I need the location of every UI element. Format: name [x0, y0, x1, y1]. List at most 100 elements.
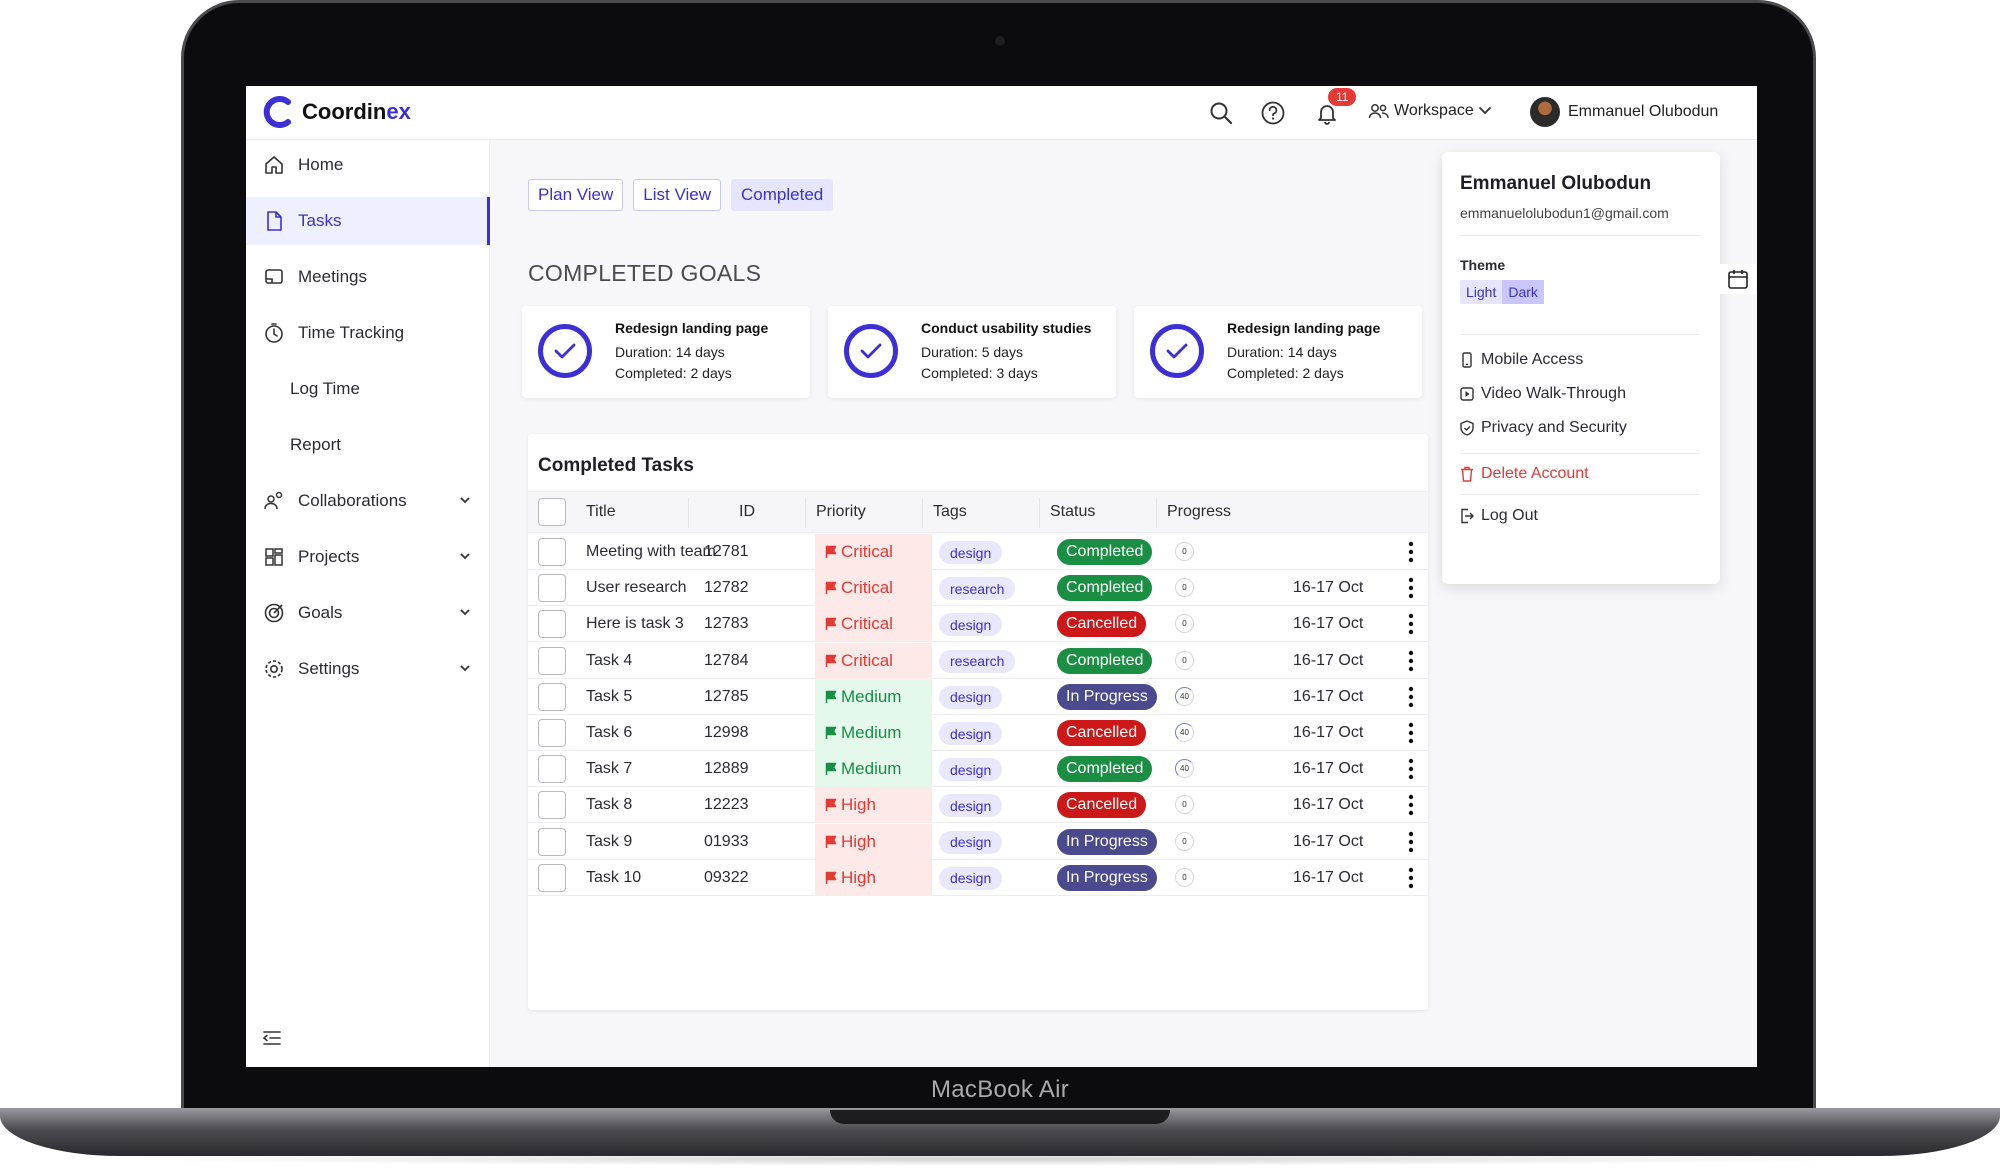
- kebab-icon[interactable]: [1408, 830, 1414, 854]
- theme-option-light[interactable]: Light: [1460, 280, 1502, 304]
- task-date: 16-17 Oct: [1293, 579, 1364, 597]
- app-name: Coordinex: [302, 99, 411, 124]
- status-badge: Cancelled: [1057, 720, 1147, 746]
- collaborations-icon: [262, 489, 286, 513]
- priority-label: Medium: [841, 686, 902, 706]
- task-tag[interactable]: design: [939, 794, 1003, 818]
- logout-button[interactable]: Log Out: [1460, 507, 1538, 525]
- tab-completed[interactable]: Completed: [731, 179, 834, 211]
- goal-card[interactable]: Redesign landing page Duration: 14 days …: [1134, 306, 1422, 398]
- task-title: Task 9: [586, 832, 633, 850]
- task-priority: Critical: [815, 570, 932, 607]
- table-row[interactable]: Task 9 01933 High design In Progress 0 16-17 O…: [528, 823, 1428, 860]
- row-checkbox[interactable]: [538, 719, 566, 747]
- task-tag[interactable]: design: [939, 613, 1003, 637]
- workspace-switcher[interactable]: Workspace: [1368, 102, 1500, 120]
- menu-item-mobile-access[interactable]: Mobile Access: [1460, 351, 1583, 369]
- kebab-icon[interactable]: [1408, 866, 1414, 890]
- sidebar-item-report[interactable]: Report: [246, 421, 490, 469]
- row-checkbox[interactable]: [538, 755, 566, 784]
- task-tag[interactable]: research: [939, 649, 1016, 673]
- sidebar-item-projects[interactable]: Projects: [246, 533, 490, 581]
- kebab-icon[interactable]: [1408, 757, 1414, 781]
- flag-icon: [825, 581, 837, 595]
- menu-item-label: Mobile Access: [1481, 351, 1584, 368]
- kebab-icon[interactable]: [1408, 649, 1414, 673]
- task-tag[interactable]: design: [939, 685, 1003, 709]
- task-tag[interactable]: design: [939, 758, 1003, 782]
- task-date: 16-17 Oct: [1293, 615, 1364, 633]
- task-date: 16-17 Oct: [1293, 651, 1364, 669]
- menu-item-video-walkthrough[interactable]: Video Walk-Through: [1460, 385, 1626, 403]
- menu-item-privacy-security[interactable]: Privacy and Security: [1460, 419, 1627, 437]
- row-checkbox[interactable]: [538, 574, 566, 603]
- goal-card[interactable]: Redesign landing page Duration: 14 days …: [522, 306, 810, 398]
- table-row[interactable]: Task 5 12785 Medium design In Progress 40 16-1…: [528, 678, 1428, 715]
- table-row[interactable]: Task 4 12784 Critical research Completed 0 16-…: [528, 642, 1428, 679]
- task-tag[interactable]: design: [939, 722, 1003, 745]
- row-checkbox[interactable]: [538, 610, 566, 639]
- app-logo[interactable]: Coordinex: [260, 94, 411, 130]
- logo-mark-icon: [263, 96, 291, 128]
- sidebar-item-goals[interactable]: Goals: [246, 589, 490, 637]
- task-priority: Medium: [815, 678, 932, 715]
- help-icon[interactable]: [1260, 100, 1286, 126]
- priority-label: Critical: [841, 542, 893, 561]
- goal-completed: Completed: 2 days: [1227, 365, 1344, 381]
- kebab-icon[interactable]: [1408, 612, 1414, 636]
- user-menu-trigger[interactable]: Emmanuel Olubodun: [1530, 97, 1718, 127]
- flag-icon: [825, 618, 837, 631]
- avatar: [1530, 97, 1560, 127]
- row-checkbox[interactable]: [538, 863, 566, 892]
- sidebar-item-log-time[interactable]: Log Time: [246, 365, 490, 413]
- row-checkbox[interactable]: [538, 827, 566, 856]
- user-name: Emmanuel Olubodun: [1568, 103, 1719, 120]
- kebab-icon[interactable]: [1408, 576, 1414, 600]
- sidebar-item-time-tracking[interactable]: Time Tracking: [246, 309, 490, 357]
- row-checkbox[interactable]: [538, 538, 566, 566]
- table-row[interactable]: Here is task 3 12783 Critical design Cancell…: [528, 606, 1428, 643]
- row-checkbox[interactable]: [538, 791, 566, 820]
- task-tag[interactable]: research: [939, 577, 1016, 601]
- table-row[interactable]: Meeting with team 12781 Critical design Comp…: [528, 534, 1428, 570]
- task-tag[interactable]: design: [939, 830, 1003, 854]
- sidebar-item-tasks[interactable]: Tasks: [246, 197, 490, 245]
- tab-plan-view[interactable]: Plan View: [528, 179, 624, 211]
- kebab-icon[interactable]: [1408, 685, 1414, 709]
- row-checkbox[interactable]: [538, 682, 566, 711]
- calendar-button[interactable]: [1720, 264, 1756, 294]
- sidebar-item-settings[interactable]: Settings: [246, 645, 490, 693]
- task-tag[interactable]: design: [939, 541, 1003, 564]
- select-all-checkbox[interactable]: [538, 498, 566, 526]
- delete-account-button[interactable]: Delete Account: [1460, 465, 1589, 483]
- theme-option-dark[interactable]: Dark: [1502, 280, 1544, 304]
- flag-icon: [825, 835, 837, 848]
- menu-item-label: Privacy and Security: [1481, 419, 1627, 436]
- progress-indicator: 0: [1175, 614, 1194, 634]
- task-priority: High: [815, 859, 932, 896]
- kebab-icon[interactable]: [1408, 540, 1414, 564]
- task-date: 16-17 Oct: [1293, 868, 1364, 886]
- sidebar-item-collaborations[interactable]: Collaborations: [246, 477, 490, 525]
- tab-list-view[interactable]: List View: [633, 179, 722, 211]
- table-row[interactable]: Task 6 12998 Medium design Cancelled 40 16-17 …: [528, 715, 1428, 751]
- sidebar-item-label: Report: [290, 435, 342, 454]
- task-priority: High: [815, 823, 932, 860]
- task-id: 12783: [704, 615, 749, 633]
- sidebar-item-home[interactable]: Home: [246, 141, 490, 189]
- table-row[interactable]: Task 7 12889 Medium design Completed 40 16-17 …: [528, 751, 1428, 788]
- sidebar-item-meetings[interactable]: Meetings: [246, 253, 490, 301]
- collapse-menu-icon[interactable]: [262, 1029, 282, 1047]
- kebab-icon[interactable]: [1408, 721, 1414, 745]
- table-row[interactable]: Task 8 12223 High design Cancelled 0 16-17 Oct: [528, 787, 1428, 824]
- search-icon[interactable]: [1208, 100, 1234, 126]
- table-row[interactable]: Task 10 09322 High design In Progress 0 16-17 …: [528, 859, 1428, 896]
- goal-completed: Completed: 2 days: [615, 365, 732, 381]
- table-row[interactable]: User research 12782 Critical research Comple…: [528, 570, 1428, 607]
- gear-icon: [262, 657, 286, 681]
- task-tag[interactable]: design: [939, 866, 1003, 890]
- row-checkbox[interactable]: [538, 646, 566, 675]
- kebab-icon[interactable]: [1408, 793, 1414, 817]
- task-id: 12785: [704, 687, 749, 705]
- goal-card[interactable]: Conduct usability studies Duration: 5 da…: [828, 306, 1116, 398]
